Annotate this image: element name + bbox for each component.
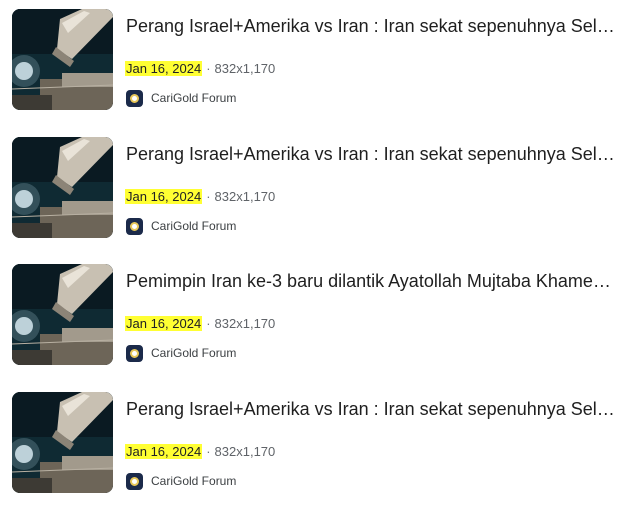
missile-launch-image [12,137,113,238]
result-title[interactable]: Perang Israel+Amerika vs Iran : Iran sek… [126,143,616,165]
result-thumbnail[interactable] [12,392,113,493]
carigold-favicon-icon [126,89,143,107]
result-meta: Jan 16, 2024 · 832x1,170 [125,443,275,461]
result-source[interactable]: CariGold Forum [126,344,236,362]
result-source[interactable]: CariGold Forum [126,472,236,490]
carigold-favicon-icon [126,344,143,362]
result-dimensions: 832x1,170 [214,316,276,331]
result-date: Jan 16, 2024 [125,61,203,76]
image-result[interactable]: Perang Israel+Amerika vs Iran : Iran sek… [0,128,621,238]
result-meta: Jan 16, 2024 · 832x1,170 [125,60,275,78]
meta-separator: · [206,61,211,76]
meta-separator: · [206,189,211,204]
source-name: CariGold Forum [151,91,237,105]
image-result[interactable]: Perang Israel+Amerika vs Iran : Iran sek… [0,383,621,493]
result-thumbnail[interactable] [12,264,113,365]
missile-launch-image [12,392,113,493]
result-date: Jan 16, 2024 [125,316,203,331]
carigold-favicon-icon [126,472,143,490]
result-title[interactable]: Perang Israel+Amerika vs Iran : Iran sek… [126,398,616,420]
missile-launch-image [12,9,113,110]
image-results-list: Perang Israel+Amerika vs Iran : Iran sek… [0,0,621,511]
meta-separator: · [206,316,211,331]
result-title[interactable]: Perang Israel+Amerika vs Iran : Iran sek… [126,15,616,37]
result-thumbnail[interactable] [12,137,113,238]
result-dimensions: 832x1,170 [214,61,276,76]
source-name: CariGold Forum [151,219,237,233]
result-title[interactable]: Pemimpin Iran ke-3 baru dilantik Ayatoll… [126,270,616,292]
result-meta: Jan 16, 2024 · 832x1,170 [125,188,275,206]
result-dimensions: 832x1,170 [214,444,276,459]
carigold-favicon-icon [126,217,143,235]
missile-launch-image [12,264,113,365]
result-meta: Jan 16, 2024 · 832x1,170 [125,315,275,333]
result-source[interactable]: CariGold Forum [126,89,236,107]
result-date: Jan 16, 2024 [125,189,203,204]
result-source[interactable]: CariGold Forum [126,217,236,235]
image-result[interactable]: Pemimpin Iran ke-3 baru dilantik Ayatoll… [0,255,621,365]
result-date: Jan 16, 2024 [125,444,203,459]
image-result[interactable]: Perang Israel+Amerika vs Iran : Iran sek… [0,0,621,110]
result-thumbnail[interactable] [12,9,113,110]
meta-separator: · [206,444,211,459]
result-dimensions: 832x1,170 [214,189,276,204]
source-name: CariGold Forum [151,346,237,360]
source-name: CariGold Forum [151,474,237,488]
